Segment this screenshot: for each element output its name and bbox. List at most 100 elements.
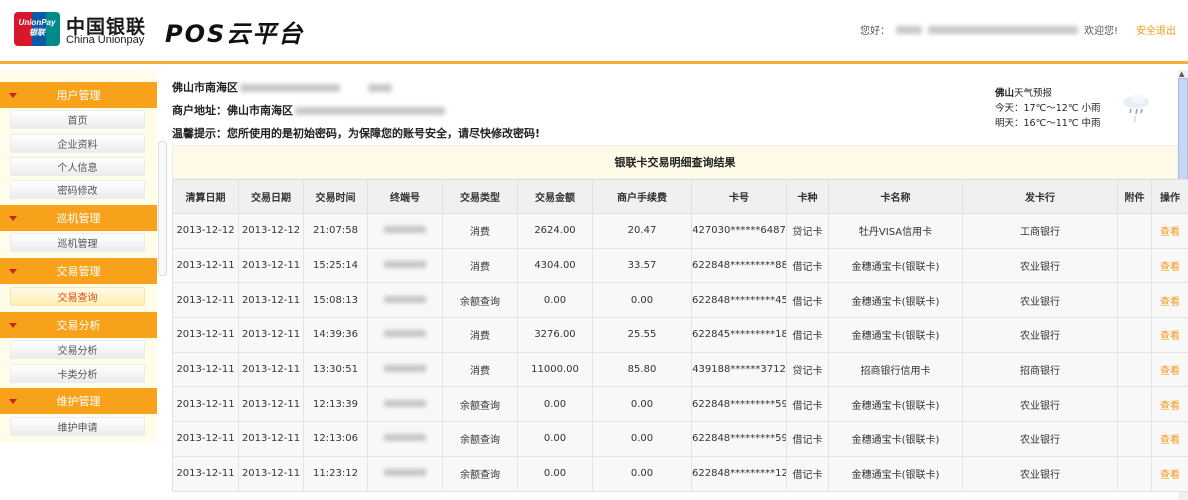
cell-card-no: 622848*********1218 [691, 455, 787, 492]
cell-card-no: 622848*********8818 [691, 247, 787, 284]
menu-item-home[interactable]: 首页 [10, 110, 145, 129]
cell-settle-date: 2013-12-11 [172, 282, 239, 319]
menu-item-change-password[interactable]: 密码修改 [10, 180, 145, 199]
cell-fee: 85.80 [592, 351, 692, 388]
cell-terminal-no [367, 213, 443, 249]
view-link[interactable]: 查看 [1160, 331, 1180, 342]
sidebar-scrollbar[interactable] [158, 141, 167, 276]
cell-card-name: 招商银行信用卡 [828, 351, 963, 388]
cell-card-no: 622848*********4516 [691, 282, 787, 319]
col-fee: 商户手续费 [592, 179, 692, 214]
view-link[interactable]: 查看 [1160, 366, 1180, 377]
cell-card-no: 622848*********5910 [691, 421, 787, 457]
col-card-name: 卡名称 [828, 179, 963, 214]
brand-name-en: China Unionpay [66, 34, 145, 46]
menu-group-transaction-management[interactable]: 交易管理 [0, 258, 157, 284]
cell-card-kind: 借记卡 [786, 455, 829, 492]
cell-bank: 农业银行 [962, 455, 1118, 492]
menu-item-transaction-analysis[interactable]: 交易分析 [10, 340, 145, 359]
cell-card-kind: 借记卡 [786, 317, 829, 353]
cell-card-name: 金穗通宝卡(银联卡) [828, 386, 963, 423]
view-link[interactable]: 查看 [1160, 262, 1180, 273]
caret-down-icon [9, 216, 17, 221]
cell-terminal-no [367, 386, 443, 423]
menu-item-card-analysis[interactable]: 卡类分析 [10, 364, 145, 383]
col-action: 操作 [1151, 179, 1188, 214]
cell-fee: 0.00 [592, 282, 692, 319]
redacted-terminal-no [384, 261, 426, 269]
col-trade-type: 交易类型 [442, 179, 518, 214]
header-divider [0, 61, 1188, 64]
password-tip: 温馨提示：您所使用的是初始密码，为保障您的账号安全，请尽快修改密码! [172, 126, 541, 140]
menu-item-maintenance-request[interactable]: 维护申请 [10, 417, 145, 436]
cell-attachment [1117, 282, 1152, 319]
cell-attachment [1117, 351, 1152, 388]
caret-down-icon [9, 323, 17, 328]
menu-group-transaction-analysis[interactable]: 交易分析 [0, 312, 157, 338]
cell-terminal-no [367, 455, 443, 492]
user-info: 您好： 欢迎您! [860, 22, 1118, 37]
cell-card-name: 金穗通宝卡(银联卡) [828, 455, 963, 492]
cell-amount: 3276.00 [517, 317, 593, 353]
menu-item-transaction-query[interactable]: 交易查询 [10, 287, 145, 306]
menu-group-user-management[interactable]: 用户管理 [0, 82, 157, 108]
cell-amount: 11000.00 [517, 351, 593, 388]
redacted-terminal-no [384, 469, 426, 477]
cell-terminal-no [367, 317, 443, 353]
cell-card-no: 439188******3712 [691, 351, 787, 388]
menu-item-company-info[interactable]: 企业资料 [10, 134, 145, 153]
table-title: 银联卡交易明细查询结果 [172, 145, 1178, 179]
col-trade-time: 交易时间 [303, 179, 368, 214]
col-card-kind: 卡种 [786, 179, 829, 214]
cell-terminal-no [367, 282, 443, 319]
cell-card-no: 622845*********1816 [691, 317, 787, 353]
table-row: 2013-12-11 2013-12-11 14:39:36 消费 3276.00 25.… [172, 317, 1188, 353]
cell-attachment [1117, 421, 1152, 457]
menu-item-inspection[interactable]: 巡机管理 [10, 233, 145, 252]
cell-fee: 20.47 [592, 213, 692, 249]
cell-card-name: 牡丹VISA信用卡 [828, 213, 963, 249]
cell-attachment [1117, 317, 1152, 353]
view-link[interactable]: 查看 [1160, 297, 1180, 308]
view-link[interactable]: 查看 [1160, 227, 1180, 238]
redacted-merchant-name [240, 83, 340, 92]
weather-city: 佛山 [995, 88, 1015, 99]
cell-terminal-no [367, 247, 443, 284]
cell-trade-date: 2013-12-11 [238, 282, 304, 319]
view-link[interactable]: 查看 [1160, 435, 1180, 446]
menu-group-label: 维护管理 [56, 395, 101, 408]
scroll-up-icon[interactable]: ▲ [1179, 70, 1184, 78]
unionpay-logo-icon: UnionPay 银联 [14, 12, 60, 46]
menu-group-maintenance[interactable]: 维护管理 [0, 388, 157, 414]
view-link[interactable]: 查看 [1160, 470, 1180, 481]
cell-bank: 工商银行 [962, 213, 1118, 249]
cell-trade-date: 2013-12-11 [238, 386, 304, 423]
cell-bank: 农业银行 [962, 282, 1118, 319]
table-row: 2013-12-11 2013-12-11 11:23:12 余额查询 0.00 0.00… [172, 455, 1188, 492]
cell-trade-time: 12:13:06 [303, 421, 368, 457]
cell-amount: 0.00 [517, 421, 593, 457]
redacted-terminal-no [384, 365, 426, 373]
col-attachment: 附件 [1117, 179, 1152, 214]
col-settle-date: 清算日期 [172, 179, 239, 214]
logout-link[interactable]: 安全退出 [1136, 22, 1176, 37]
menu-group-inspection[interactable]: 巡机管理 [0, 205, 157, 231]
cell-trade-time: 11:23:12 [303, 455, 368, 492]
menu-item-personal-info[interactable]: 个人信息 [10, 157, 145, 176]
cell-trade-date: 2013-12-11 [238, 317, 304, 353]
cell-trade-time: 13:30:51 [303, 351, 368, 388]
view-link[interactable]: 查看 [1160, 401, 1180, 412]
cell-action: 查看 [1151, 317, 1188, 353]
cell-trade-type: 消费 [442, 247, 518, 284]
table-row: 2013-12-11 2013-12-11 13:30:51 消费 11000.00 85… [172, 351, 1188, 388]
rain-cloud-icon [1123, 94, 1149, 122]
weather-widget: 佛山天气预报 今天：17℃～12℃ 小雨 明天：16℃～11℃ 中雨 [995, 86, 1101, 131]
cell-trade-type: 消费 [442, 317, 518, 353]
cell-trade-type: 余额查询 [442, 455, 518, 492]
cell-action: 查看 [1151, 455, 1188, 492]
cell-fee: 0.00 [592, 386, 692, 423]
menu-group-label: 巡机管理 [56, 212, 101, 225]
cell-action: 查看 [1151, 386, 1188, 423]
menu-group-label: 用户管理 [56, 89, 101, 102]
cell-card-kind: 借记卡 [786, 282, 829, 319]
